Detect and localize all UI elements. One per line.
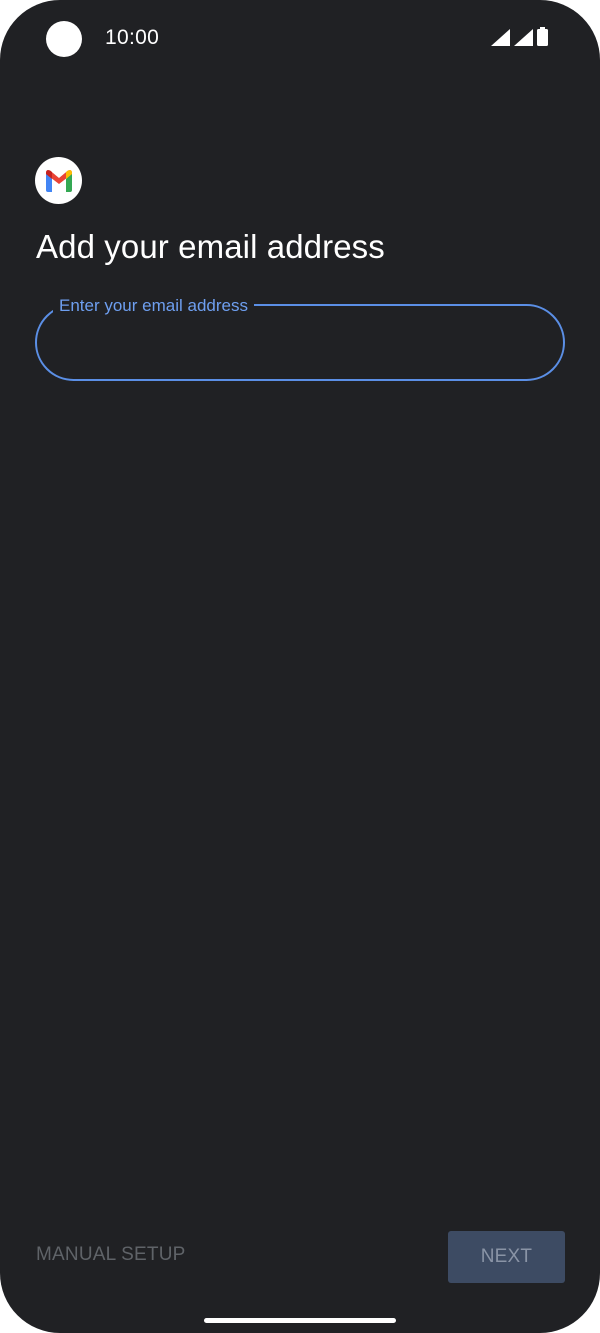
home-indicator[interactable] bbox=[204, 1318, 396, 1323]
next-button[interactable]: NEXT bbox=[448, 1231, 565, 1283]
status-icons bbox=[491, 27, 548, 46]
status-clock: 10:00 bbox=[105, 26, 160, 49]
signal-icon bbox=[491, 29, 510, 46]
phone-screen: 10:00 Add your email address Enter your … bbox=[0, 0, 600, 1333]
page-title: Add your email address bbox=[36, 228, 385, 265]
front-camera bbox=[46, 21, 82, 57]
status-bar: 10:00 bbox=[0, 0, 600, 78]
gmail-logo-icon bbox=[35, 157, 82, 204]
email-field[interactable] bbox=[62, 322, 536, 364]
battery-icon bbox=[537, 27, 548, 46]
signal-icon bbox=[514, 29, 533, 46]
manual-setup-button[interactable]: MANUAL SETUP bbox=[36, 1244, 186, 1266]
email-field-label: Enter your email address bbox=[53, 295, 254, 317]
